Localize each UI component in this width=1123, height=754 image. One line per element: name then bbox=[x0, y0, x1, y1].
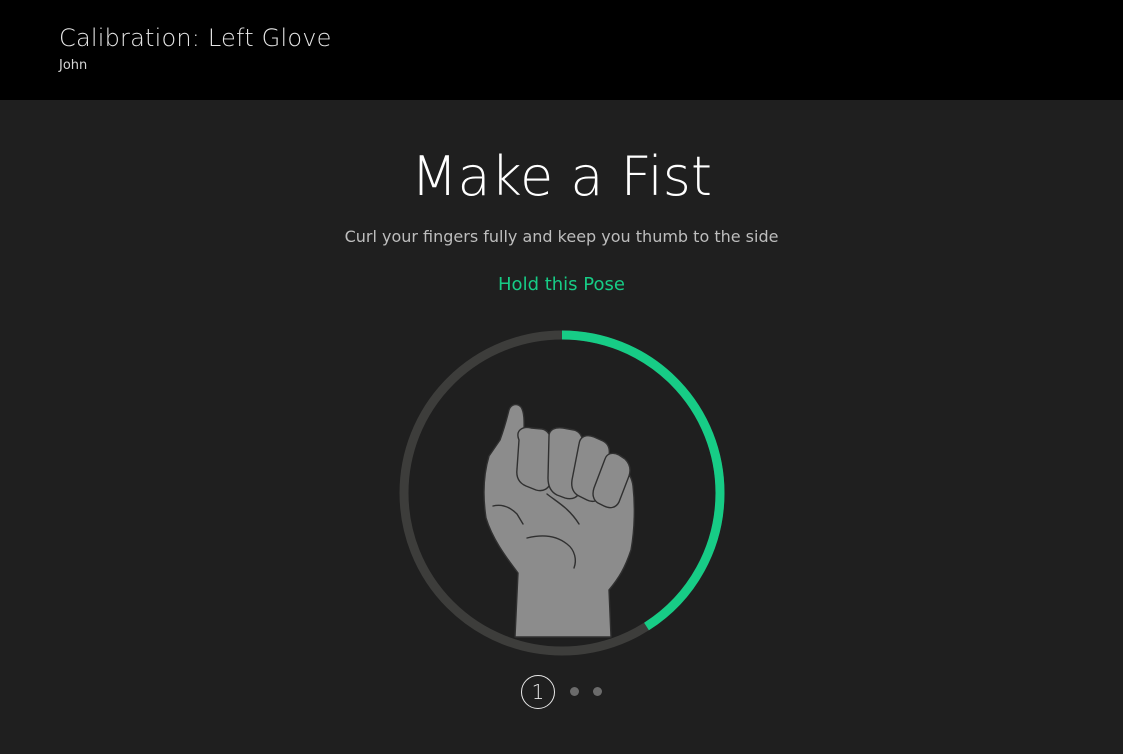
calibration-panel: Make a Fist Curl your fingers fully and … bbox=[0, 100, 1123, 754]
page-dot-3 bbox=[593, 687, 602, 696]
user-name: John bbox=[59, 58, 88, 73]
progress-ring-svg bbox=[399, 330, 725, 656]
page-number: 1 bbox=[531, 680, 545, 704]
header-bar: Calibration: Left Glove John bbox=[0, 0, 1123, 100]
pose-title: Make a Fist bbox=[410, 145, 713, 208]
fist-icon bbox=[483, 403, 636, 638]
page-title: Calibration: Left Glove bbox=[59, 24, 332, 52]
page-indicator-current: 1 bbox=[521, 675, 555, 709]
pose-instructions: Curl your fingers fully and keep you thu… bbox=[344, 227, 779, 246]
page-dot-2 bbox=[570, 687, 579, 696]
step-pager: 1 bbox=[520, 674, 610, 710]
hold-status: Hold this Pose bbox=[498, 274, 625, 295]
hold-progress-ring bbox=[397, 328, 727, 658]
fist-finger-index bbox=[516, 426, 552, 492]
